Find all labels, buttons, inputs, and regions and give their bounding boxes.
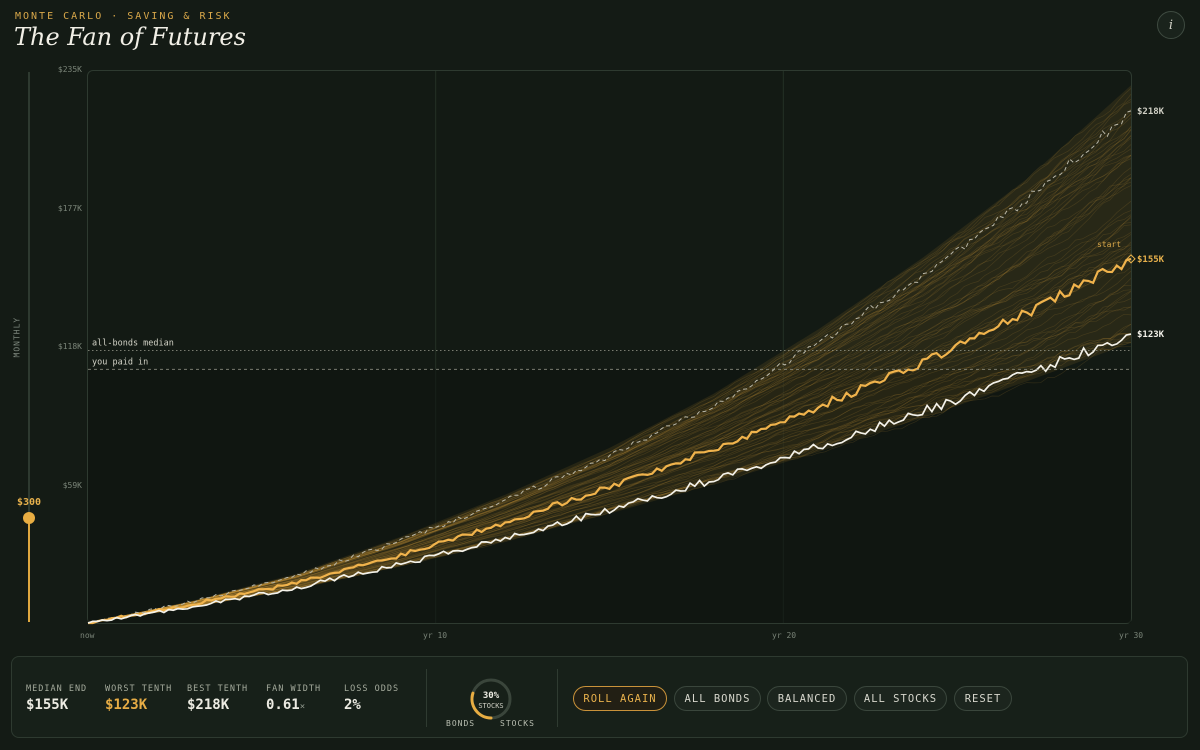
stat-best-tenth: BEST TENTH $218K [187, 684, 248, 713]
stat-label: LOSS ODDS [344, 684, 400, 694]
roll-again-button[interactable]: ROLL AGAIN [573, 686, 667, 711]
all-bonds-button[interactable]: ALL BONDS [674, 686, 761, 711]
allocation-dial[interactable]: 30% STOCKS [468, 676, 514, 722]
stat-value: 2% [344, 697, 361, 713]
stat-number: 0.61 [266, 697, 300, 713]
stat-label: MEDIAN END [26, 684, 88, 694]
balanced-button[interactable]: BALANCED [767, 686, 847, 711]
end-value-label: $123K [1137, 330, 1165, 340]
stat-value: 0.61× [266, 697, 321, 713]
stat-label: BEST TENTH [187, 684, 249, 694]
stat-value: $218K [187, 697, 230, 713]
reset-button[interactable]: RESET [954, 686, 1012, 711]
reference-line-label: all-bonds median [92, 339, 174, 349]
stat-label: FAN WIDTH [266, 684, 322, 694]
start-marker-label: start [1097, 240, 1121, 249]
panel-divider [557, 669, 558, 727]
stat-value: $123K [105, 697, 148, 713]
end-value-label: $155K [1137, 255, 1165, 265]
end-value-label: $218K [1137, 107, 1165, 117]
stats-control-panel: MEDIAN END $155K WORST TENTH $123K BEST … [11, 656, 1188, 738]
allocation-percent: 30% [482, 691, 500, 701]
stat-loss-odds: LOSS ODDS 2% [344, 684, 399, 713]
stat-worst-tenth: WORST TENTH $123K [105, 684, 172, 713]
fan-chart: all-bonds median you paid in $218K $155K $12… [87, 71, 1165, 625]
x-tick-label: now [80, 631, 95, 640]
x-tick-label: yr 30 [1119, 631, 1144, 640]
dial-stocks-label: STOCKS [500, 719, 535, 728]
reference-line-label: you paid in [92, 357, 148, 367]
allocation-sub-label: STOCKS [478, 702, 504, 710]
all-stocks-button[interactable]: ALL STOCKS [854, 686, 947, 711]
stat-unit: × [299, 702, 306, 712]
stat-median-end: MEDIAN END $155K [26, 684, 87, 713]
dial-bonds-label: BONDS [446, 719, 476, 728]
x-tick-label: yr 10 [423, 631, 448, 640]
stat-value: $155K [26, 697, 69, 713]
stat-fan-width: FAN WIDTH 0.61× [266, 684, 321, 713]
stat-label: WORST TENTH [105, 684, 173, 694]
panel-divider [426, 669, 427, 727]
x-tick-label: yr 20 [772, 631, 797, 640]
